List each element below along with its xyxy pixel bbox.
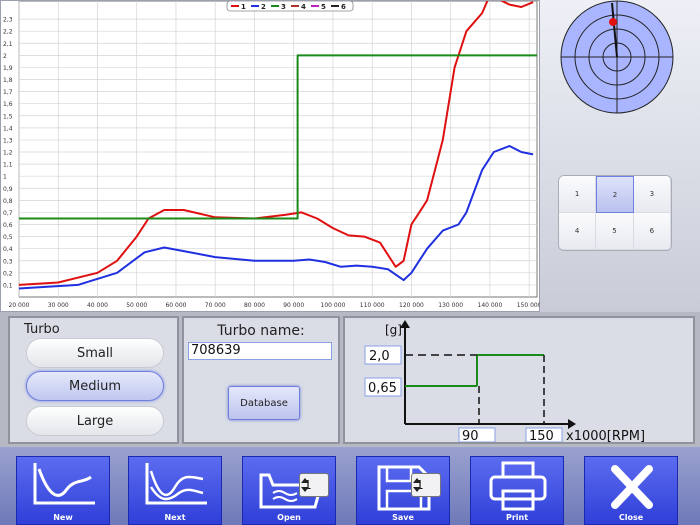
y-tick-label: 0,2 xyxy=(3,270,13,277)
x-tick-label: 30 000 xyxy=(48,302,69,309)
save-button[interactable]: 1 Save xyxy=(356,456,450,525)
legend-label-4: 4 xyxy=(301,3,306,11)
radar-panel xyxy=(540,0,700,312)
x-tick-label: 60 000 xyxy=(165,302,186,309)
print-button[interactable]: Print xyxy=(470,456,564,525)
y-tick-label: 0,4 xyxy=(3,246,13,253)
open-button[interactable]: 1 Open xyxy=(242,456,336,525)
multi-line-chart-icon xyxy=(145,463,207,505)
turbo-name-label: Turbo name: xyxy=(217,323,305,339)
y-tick-label: 1,2 xyxy=(3,150,13,157)
y-tick-label: 0,6 xyxy=(3,222,13,229)
x-tick-label: 90 000 xyxy=(283,302,304,309)
y-tick-label: 1,6 xyxy=(3,101,13,108)
y-tick-label: 0,5 xyxy=(3,234,13,241)
boost-profile-diagram: [g] 2,0 0,65 90 150 x1000[RPM] xyxy=(364,320,645,442)
profile-x-unit: x1000[RPM] xyxy=(566,429,645,442)
x-tick-label: 150 000 xyxy=(517,302,541,309)
y-tick-label: 0,8 xyxy=(3,198,13,205)
legend-label-6: 6 xyxy=(341,3,346,11)
turbo-size-group: Turbo Small Medium Large xyxy=(8,316,179,444)
key-4[interactable]: 4 xyxy=(559,213,597,250)
legend-label-3: 3 xyxy=(281,3,286,11)
close-button-label: Close xyxy=(618,513,644,522)
close-x-icon xyxy=(611,465,653,509)
save-button-label: Save xyxy=(392,513,414,522)
key-3[interactable]: 3 xyxy=(633,176,671,213)
next-button[interactable]: Next xyxy=(128,456,222,525)
print-button-label: Print xyxy=(505,513,529,522)
y-tick-label: 1,8 xyxy=(3,77,13,84)
key-2[interactable]: 2 xyxy=(596,176,634,213)
x-tick-label: 70 000 xyxy=(205,302,226,309)
stepper-arrows-icon xyxy=(413,478,421,492)
legend-label-5: 5 xyxy=(321,3,326,11)
rpm-chart-panel: 0,1 0,2 0,3 0,4 0,5 0,6 0,7 0,8 0,9 1 1,1 1,2 1,3 1,4… xyxy=(0,0,541,312)
boost-chart: 0,1 0,2 0,3 0,4 0,5 0,6 0,7 0,8 0,9 1 1,1 1,2 1,3 1,4… xyxy=(3,1,541,309)
profile-unit-label: [g] xyxy=(385,323,402,337)
x-tick-label: 110 000 xyxy=(360,302,385,309)
y-tick-label: 1,9 xyxy=(3,65,13,72)
y-tick-label: 2,1 xyxy=(3,41,13,48)
y-tick-label: 2,3 xyxy=(3,17,13,24)
x-tick-label: 50 000 xyxy=(126,302,147,309)
close-button[interactable]: Close xyxy=(584,456,678,525)
profile-x-max: 150 xyxy=(529,429,554,442)
y-tick-label: 0,9 xyxy=(3,186,13,193)
x-tick-label: 20 000 xyxy=(9,302,30,309)
turbo-size-label: Turbo xyxy=(24,322,60,337)
legend-label-2: 2 xyxy=(261,3,266,11)
turbo-large-option[interactable]: Large xyxy=(26,406,164,436)
x-tick-label: 140 000 xyxy=(478,302,503,309)
y-tick-label: 1,1 xyxy=(3,162,13,169)
new-button-label: New xyxy=(53,513,73,522)
x-tick-label: 100 000 xyxy=(321,302,346,309)
y-tick-label: 1,3 xyxy=(3,137,13,144)
printer-icon xyxy=(489,461,547,511)
profile-x-switch: 90 xyxy=(462,429,479,442)
y-tick-label: 0,3 xyxy=(3,258,13,265)
x-tick-label: 120 000 xyxy=(399,302,424,309)
database-button[interactable]: Database xyxy=(228,386,300,420)
channel-keypad: 1 2 3 4 5 6 xyxy=(558,175,672,251)
y-tick-label: 1,4 xyxy=(3,125,13,132)
boost-profile-group: [g] 2,0 0,65 90 150 x1000[RPM] xyxy=(343,316,695,444)
y-tick-label: 0,7 xyxy=(3,210,13,217)
x-tick-label: 130 000 xyxy=(438,302,463,309)
profile-y-low: 0,65 xyxy=(368,381,397,396)
x-tick-label: 40 000 xyxy=(87,302,108,309)
turbo-small-option[interactable]: Small xyxy=(26,338,164,368)
turbo-name-group: Turbo name: 708639 Database xyxy=(182,316,340,444)
radar-gauge xyxy=(560,0,674,114)
next-button-label: Next xyxy=(164,513,186,522)
x-tick-label: 80 000 xyxy=(244,302,265,309)
y-tick-label: 1,7 xyxy=(3,89,13,96)
y-tick-label: 2 xyxy=(3,53,7,60)
y-tick-label: 1,5 xyxy=(3,113,13,120)
radar-dot xyxy=(609,18,617,26)
y-tick-label: 2,2 xyxy=(3,29,13,36)
key-1[interactable]: 1 xyxy=(559,176,597,213)
legend-label-1: 1 xyxy=(241,3,246,11)
open-slot-stepper[interactable]: 1 xyxy=(299,473,329,497)
y-tick-label: 1 xyxy=(3,174,7,181)
turbo-name-input[interactable]: 708639 xyxy=(188,342,332,360)
y-tick-label: 0,1 xyxy=(3,282,13,289)
turbo-medium-option[interactable]: Medium xyxy=(26,371,164,401)
key-6[interactable]: 6 xyxy=(633,213,671,250)
save-slot-stepper[interactable]: 1 xyxy=(411,473,441,497)
plot-area xyxy=(18,1,538,298)
new-button[interactable]: New xyxy=(16,456,110,525)
line-chart-icon xyxy=(33,463,95,505)
key-5[interactable]: 5 xyxy=(596,213,634,250)
profile-y-high: 2,0 xyxy=(369,349,390,364)
open-button-label: Open xyxy=(277,513,301,522)
stepper-arrows-icon xyxy=(301,478,309,492)
bottom-toolbar: New Next 1 Open 1 Save Print Close xyxy=(0,447,700,525)
